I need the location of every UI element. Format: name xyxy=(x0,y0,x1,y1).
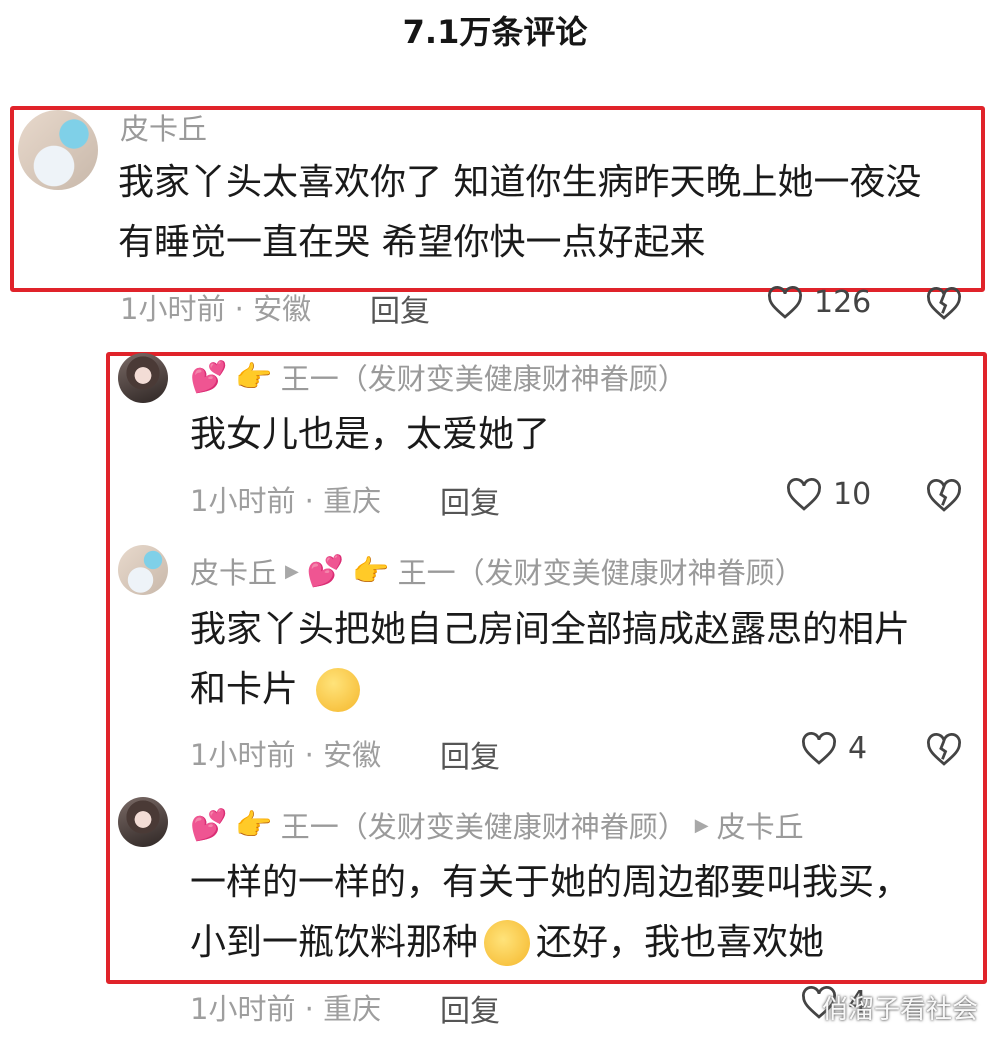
heart-outline-icon xyxy=(787,477,821,511)
like-count: 4 xyxy=(848,731,868,766)
reply-button[interactable]: 回复 xyxy=(440,478,500,522)
avatar[interactable] xyxy=(18,110,98,190)
reply-text-line-2: 和卡片 xyxy=(190,660,361,720)
reply-button[interactable]: 回复 xyxy=(440,732,500,776)
reply-username[interactable]: 皮卡丘 ▶ 💕 👉 王一（发财变美健康财神眷顾） xyxy=(190,550,804,592)
reply-meta: 1小时前 · 重庆 xyxy=(190,992,382,1026)
comment-username[interactable]: 皮卡丘 xyxy=(120,106,207,148)
reply-button[interactable]: 回复 xyxy=(440,986,500,1030)
comment-text-line-1: 我家丫头太喜欢你了 知道你生病昨天晚上她一夜没 xyxy=(118,162,922,203)
watermark: 俏溜子看社会 xyxy=(821,995,978,1025)
reply-text-line-1: 我家丫头把她自己房间全部搞成赵露思的相片 xyxy=(190,609,911,650)
broken-heart-icon[interactable] xyxy=(925,733,963,767)
comment-text-line-2: 有睡觉一直在哭 希望你快一点好起来 xyxy=(118,222,706,263)
reply-text-line-1: 我女儿也是，太爱她了 xyxy=(190,414,551,455)
pointing-hand-emoji: 👉 xyxy=(235,807,273,843)
like-button[interactable]: 10 xyxy=(785,477,871,512)
reply-arrow-icon: ▶ xyxy=(694,814,709,836)
reply-meta: 1小时前 · 重庆 xyxy=(190,484,382,518)
heart-outline-icon xyxy=(802,731,836,765)
reply-username[interactable]: 💕 👉 王一（发财变美健康财神眷顾） ▶ 皮卡丘 xyxy=(190,804,804,846)
reply-username[interactable]: 💕 👉 王一（发财变美健康财神眷顾） xyxy=(190,356,687,398)
avatar[interactable] xyxy=(118,797,168,847)
comment-meta: 1小时前 · 安徽 xyxy=(120,292,312,326)
broken-heart-icon[interactable] xyxy=(925,287,963,321)
rofl-emoji xyxy=(477,913,537,973)
like-button[interactable]: 126 xyxy=(766,285,871,320)
pink-hearts-emoji: 💕 xyxy=(190,807,228,843)
pink-hearts-emoji: 💕 xyxy=(190,359,228,395)
like-count: 10 xyxy=(833,477,872,512)
heart-outline-icon xyxy=(768,285,802,319)
reply-button[interactable]: 回复 xyxy=(370,286,430,330)
reply-text-line-2: 小到一瓶饮料那种 还好，我也喜欢她 xyxy=(190,913,824,973)
reply-arrow-icon: ▶ xyxy=(285,560,299,582)
pink-hearts-emoji: 💕 xyxy=(306,553,345,589)
like-count: 126 xyxy=(814,285,872,320)
like-button[interactable]: 4 xyxy=(800,731,867,766)
avatar[interactable] xyxy=(118,545,168,595)
avatar[interactable] xyxy=(118,353,168,403)
pointing-hand-emoji: 👉 xyxy=(352,553,390,589)
tired-face-emoji xyxy=(316,668,361,712)
reply-meta: 1小时前 · 安徽 xyxy=(190,738,382,772)
comments-count-title: 7.1万条评论 xyxy=(402,13,588,51)
broken-heart-icon[interactable] xyxy=(925,479,963,513)
reply-text-line-1: 一样的一样的，有关于她的周边都要叫我买， xyxy=(190,862,911,903)
pointing-hand-emoji: 👉 xyxy=(235,359,273,395)
